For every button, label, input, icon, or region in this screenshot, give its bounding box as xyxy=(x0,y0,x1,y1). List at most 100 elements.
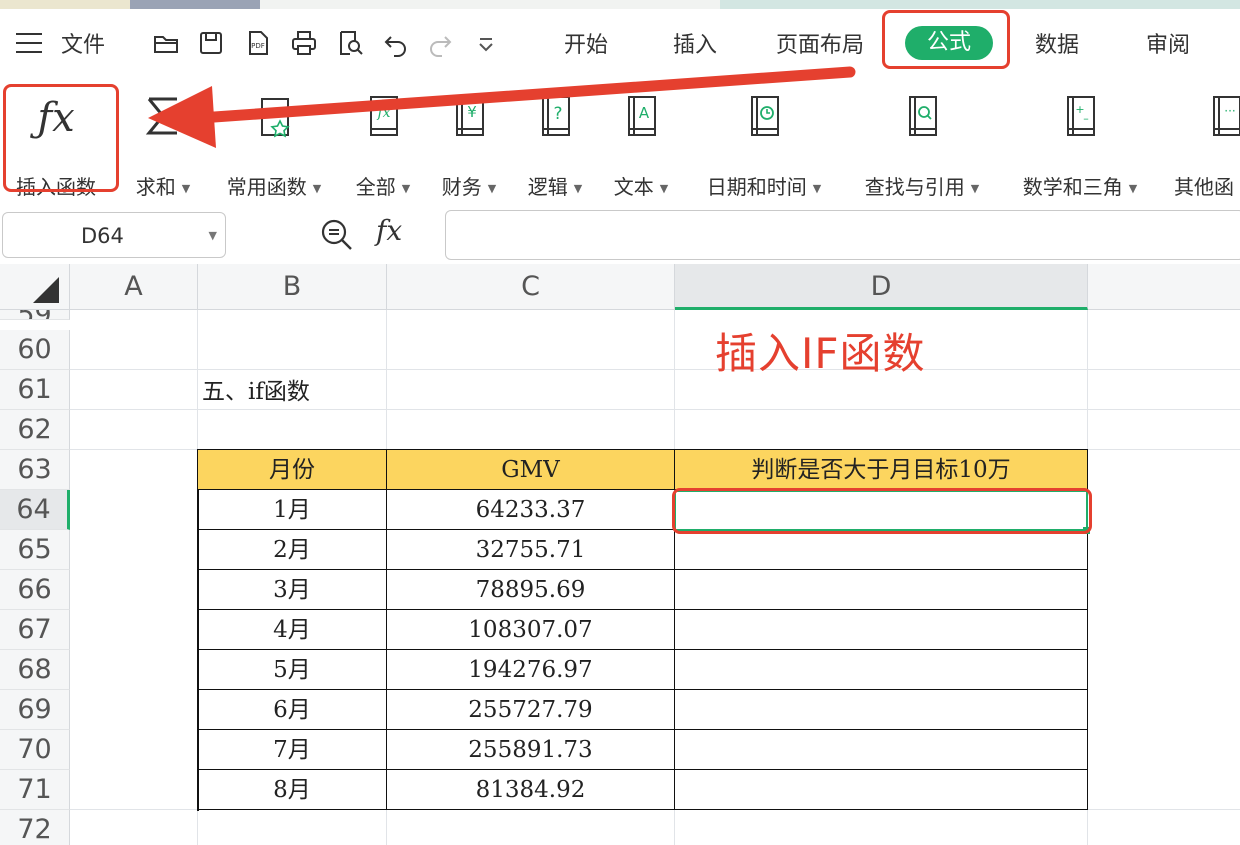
fx-book-icon: fx xyxy=(370,96,398,136)
svg-text:¥: ¥ xyxy=(467,103,477,121)
table-cell-result[interactable] xyxy=(675,690,1088,730)
table-cell-month[interactable]: 2月 xyxy=(198,530,387,570)
tab-page-layout[interactable]: 页面布局 xyxy=(776,27,864,59)
star-book-icon xyxy=(261,98,290,138)
svg-text:–: – xyxy=(1083,112,1089,125)
sigma-icon xyxy=(145,97,177,135)
table-cell-result[interactable] xyxy=(675,730,1088,770)
row-header-63[interactable]: 63 xyxy=(0,450,70,490)
chevron-down-icon[interactable]: ▼ xyxy=(209,229,217,242)
column-header-b[interactable]: B xyxy=(198,264,387,310)
quick-access-dropdown-icon[interactable] xyxy=(472,29,500,57)
clock-book-icon xyxy=(751,96,779,136)
highlight-formulas-tab xyxy=(882,10,1010,69)
name-box[interactable]: D64 ▼ xyxy=(2,212,226,258)
formula-input[interactable] xyxy=(445,210,1240,260)
print-icon[interactable] xyxy=(290,29,318,57)
table-cell-gmv[interactable]: 64233.37 xyxy=(387,490,675,530)
lookup-reference-button[interactable]: 查找与引用 ▼ xyxy=(854,93,990,199)
tab-data[interactable]: 数据 xyxy=(1035,27,1079,59)
table-cell-month[interactable]: 7月 xyxy=(198,730,387,770)
save-icon[interactable] xyxy=(197,29,225,57)
tab-review[interactable]: 审阅 xyxy=(1146,27,1190,59)
text-book-icon: A xyxy=(628,96,656,136)
table-cell-month[interactable]: 4月 xyxy=(198,610,387,650)
formula-ribbon: ƒx 插入函数 求和 ▼ 常用函数 ▼ fx 全部 ▼ ¥ 财务 ▼ ? 逻辑 ▼ A 文… xyxy=(0,75,1240,200)
table-header-month[interactable]: 月份 xyxy=(198,450,387,490)
yen-book-icon: ¥ xyxy=(456,96,484,136)
table-cell-month[interactable]: 8月 xyxy=(198,770,387,810)
annotation-text: 插入IF函数 xyxy=(715,329,926,378)
row-header-69[interactable]: 69 xyxy=(0,690,70,730)
row-header-60[interactable]: 60 xyxy=(0,330,70,370)
select-all-corner[interactable] xyxy=(0,264,70,310)
svg-text:PDF: PDF xyxy=(251,42,265,50)
row-header-67[interactable]: 67 xyxy=(0,610,70,650)
table-cell-result[interactable] xyxy=(675,650,1088,690)
open-folder-icon[interactable] xyxy=(152,29,180,57)
financial-button[interactable]: ¥ 财务 ▼ xyxy=(436,93,502,199)
row-header-64[interactable]: 64 xyxy=(0,490,70,530)
tab-strip-segment xyxy=(0,0,130,9)
text-functions-button[interactable]: A 文本 ▼ xyxy=(608,93,674,199)
hamburger-menu-icon[interactable] xyxy=(16,33,42,53)
table-cell-result[interactable] xyxy=(675,530,1088,570)
table-header-judge[interactable]: 判断是否大于月目标10万 xyxy=(675,450,1088,490)
row-header-70[interactable]: 70 xyxy=(0,730,70,770)
table-cell-gmv[interactable]: 108307.07 xyxy=(387,610,675,650)
menu-bar: 文件 PDF 开始 插入 页面布局 公式 数据 审阅 xyxy=(0,9,1240,75)
row-header-59[interactable]: 59 xyxy=(0,310,70,320)
table-cell-month[interactable]: 3月 xyxy=(198,570,387,610)
svg-text:A: A xyxy=(639,104,650,122)
row-header-62[interactable]: 62 xyxy=(0,410,70,450)
redo-icon[interactable] xyxy=(426,29,454,57)
column-header-d[interactable]: D xyxy=(675,264,1088,310)
table-cell-gmv[interactable]: 255727.79 xyxy=(387,690,675,730)
table-cell-month[interactable]: 6月 xyxy=(198,690,387,730)
column-header-a[interactable]: A xyxy=(70,264,198,310)
row-header-61[interactable]: 61 xyxy=(0,370,70,410)
svg-text:fx: fx xyxy=(376,105,390,121)
tab-insert[interactable]: 插入 xyxy=(673,27,717,59)
table-cell-result[interactable] xyxy=(675,570,1088,610)
table-cell-result[interactable] xyxy=(675,770,1088,810)
row-header-72[interactable]: 72 xyxy=(0,810,70,845)
table-cell-gmv[interactable]: 78895.69 xyxy=(387,570,675,610)
common-functions-button[interactable]: 常用函数 ▼ xyxy=(218,93,330,199)
all-functions-button[interactable]: fx 全部 ▼ xyxy=(350,93,416,199)
column-header-c[interactable]: C xyxy=(387,264,675,310)
export-pdf-icon[interactable]: PDF xyxy=(244,29,272,57)
file-menu[interactable]: 文件 xyxy=(61,27,105,59)
table-cell-month[interactable]: 1月 xyxy=(198,490,387,530)
svg-text:?: ? xyxy=(553,104,562,124)
math-trig-button[interactable]: + – 数学和三角 ▼ xyxy=(1012,93,1148,199)
tab-strip-segment xyxy=(720,0,1240,9)
svg-text:···: ··· xyxy=(1224,104,1235,118)
other-functions-button[interactable]: ··· 其他函 xyxy=(1172,93,1240,199)
section-title[interactable]: 五、if函数 xyxy=(202,372,310,412)
table-cell-gmv[interactable]: 32755.71 xyxy=(387,530,675,570)
print-preview-icon[interactable] xyxy=(336,29,364,57)
table-header-gmv[interactable]: GMV xyxy=(387,450,675,490)
autosum-button[interactable]: 求和 ▼ xyxy=(128,93,198,199)
table-cell-result[interactable] xyxy=(675,610,1088,650)
row-header-66[interactable]: 66 xyxy=(0,570,70,610)
more-book-icon: ··· xyxy=(1213,96,1240,136)
table-cell-gmv[interactable]: 255891.73 xyxy=(387,730,675,770)
row-header-71[interactable]: 71 xyxy=(0,770,70,810)
date-time-button[interactable]: 日期和时间 ▼ xyxy=(696,93,832,199)
table-cell-month[interactable]: 5月 xyxy=(198,650,387,690)
question-book-icon: ? xyxy=(542,96,570,136)
column-header-e[interactable] xyxy=(1088,264,1240,310)
search-book-icon xyxy=(909,96,937,136)
row-header-68[interactable]: 68 xyxy=(0,650,70,690)
logical-button[interactable]: ? 逻辑 ▼ xyxy=(522,93,588,199)
row-header-65[interactable]: 65 xyxy=(0,530,70,570)
tab-home[interactable]: 开始 xyxy=(564,27,608,59)
fx-label[interactable]: fx xyxy=(376,214,402,247)
table-cell-gmv[interactable]: 194276.97 xyxy=(387,650,675,690)
tab-strip-segment xyxy=(130,0,260,9)
table-cell-gmv[interactable]: 81384.92 xyxy=(387,770,675,810)
undo-icon[interactable] xyxy=(382,29,410,57)
zoom-formula-icon[interactable] xyxy=(320,218,354,252)
